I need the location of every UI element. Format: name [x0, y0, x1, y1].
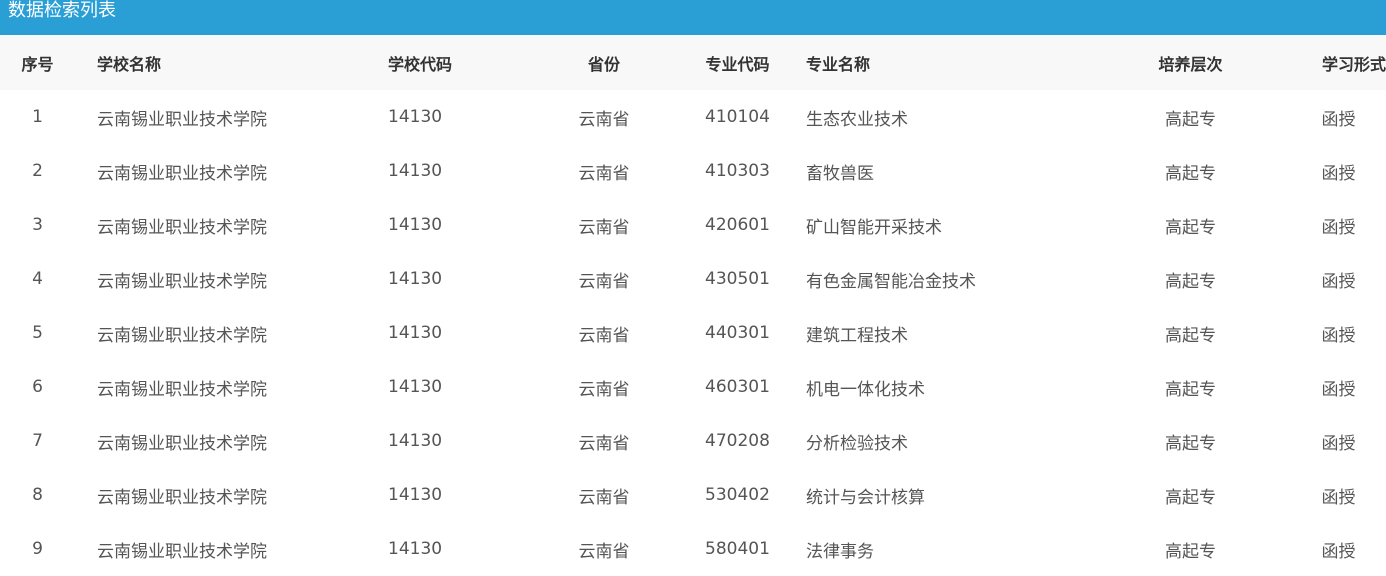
- cell-school-name: 云南锡业职业技术学院: [97, 217, 267, 238]
- cell-school-code: 14130: [388, 215, 443, 235]
- cell-study-mode: 函授: [1321, 271, 1356, 292]
- cell-level: 高起专: [1165, 487, 1216, 508]
- cell-level: 高起专: [1165, 163, 1216, 184]
- cell-major-code: 430501: [705, 269, 770, 289]
- cell-school-code: 14130: [388, 161, 443, 181]
- cell-school-name: 云南锡业职业技术学院: [97, 163, 267, 184]
- cell-school-name: 云南锡业职业技术学院: [97, 541, 267, 562]
- cell-study-mode: 函授: [1321, 217, 1356, 238]
- cell-school-name: 云南锡业职业技术学院: [97, 325, 267, 346]
- cell-level: 高起专: [1165, 433, 1216, 454]
- table-row: 7 云南锡业职业技术学院 14130 云南省 470208 分析检验技术 高起专 函授: [0, 414, 1386, 468]
- cell-index: 8: [32, 485, 43, 505]
- cell-school-name: 云南锡业职业技术学院: [97, 379, 267, 400]
- cell-province: 云南省: [578, 271, 630, 292]
- page-title: 数据检索列表: [0, 0, 1386, 35]
- cell-major-name: 法律事务: [806, 541, 874, 562]
- cell-level: 高起专: [1165, 379, 1216, 400]
- column-header-major-name: 专业名称: [806, 54, 871, 74]
- table-row: 1 云南锡业职业技术学院 14130 云南省 410104 生态农业技术 高起专 函授: [0, 90, 1386, 144]
- cell-level: 高起专: [1165, 541, 1216, 562]
- table-row: 8 云南锡业职业技术学院 14130 云南省 530402 统计与会计核算 高起专 函授: [0, 468, 1386, 522]
- cell-school-code: 14130: [388, 269, 443, 289]
- cell-level: 高起专: [1165, 109, 1216, 130]
- cell-school-code: 14130: [388, 431, 443, 451]
- cell-index: 7: [32, 431, 43, 451]
- cell-province: 云南省: [578, 325, 630, 346]
- cell-province: 云南省: [578, 487, 630, 508]
- column-header-major-code: 专业代码: [705, 54, 770, 74]
- table-row: 3 云南锡业职业技术学院 14130 云南省 420601 矿山智能开采技术 高起专 函授: [0, 198, 1386, 252]
- cell-major-name: 统计与会计核算: [806, 487, 925, 508]
- cell-major-name: 生态农业技术: [806, 109, 908, 130]
- cell-school-code: 14130: [388, 377, 443, 397]
- table-row: 6 云南锡业职业技术学院 14130 云南省 460301 机电一体化技术 高起专 函授: [0, 360, 1386, 414]
- column-header-study-mode: 学习形式: [1321, 54, 1386, 74]
- table-row: 5 云南锡业职业技术学院 14130 云南省 440301 建筑工程技术 高起专 函授: [0, 306, 1386, 360]
- cell-major-name: 矿山智能开采技术: [806, 217, 942, 238]
- cell-major-code: 410303: [705, 161, 770, 181]
- cell-province: 云南省: [578, 109, 630, 130]
- cell-level: 高起专: [1165, 217, 1216, 238]
- column-header-level: 培养层次: [1158, 54, 1223, 74]
- cell-major-code: 410104: [705, 107, 770, 127]
- cell-index: 1: [32, 107, 43, 127]
- cell-index: 3: [32, 215, 43, 235]
- cell-school-name: 云南锡业职业技术学院: [97, 109, 267, 130]
- cell-level: 高起专: [1165, 271, 1216, 292]
- cell-index: 6: [32, 377, 43, 397]
- cell-school-code: 14130: [388, 323, 443, 343]
- cell-study-mode: 函授: [1321, 109, 1356, 130]
- cell-major-name: 机电一体化技术: [806, 379, 925, 400]
- cell-province: 云南省: [578, 541, 630, 562]
- cell-major-name: 分析检验技术: [806, 433, 908, 454]
- cell-major-code: 470208: [705, 431, 770, 451]
- cell-study-mode: 函授: [1321, 433, 1356, 454]
- cell-major-code: 440301: [705, 323, 770, 343]
- cell-major-code: 530402: [705, 485, 770, 505]
- cell-study-mode: 函授: [1321, 487, 1356, 508]
- cell-major-name: 建筑工程技术: [806, 325, 908, 346]
- cell-province: 云南省: [578, 163, 630, 184]
- cell-study-mode: 函授: [1321, 541, 1356, 562]
- cell-province: 云南省: [578, 433, 630, 454]
- cell-province: 云南省: [578, 379, 630, 400]
- cell-study-mode: 函授: [1321, 163, 1356, 184]
- cell-index: 9: [32, 539, 43, 559]
- cell-school-code: 14130: [388, 539, 443, 559]
- column-header-school-name: 学校名称: [97, 54, 162, 74]
- cell-index: 4: [32, 269, 43, 289]
- cell-major-name: 畜牧兽医: [806, 163, 874, 184]
- cell-major-code: 460301: [705, 377, 770, 397]
- cell-school-code: 14130: [388, 485, 443, 505]
- table-header-row: 序号 学校名称 学校代码 省份 专业代码 专业名称 培养层次 学习形式: [0, 35, 1386, 90]
- cell-major-code: 420601: [705, 215, 770, 235]
- cell-school-code: 14130: [388, 107, 443, 127]
- column-header-school-code: 学校代码: [388, 54, 453, 74]
- column-header-province: 省份: [587, 54, 620, 74]
- results-table: 序号 学校名称 学校代码 省份 专业代码 专业名称 培养层次 学习形式 1 云南锡…: [0, 35, 1386, 576]
- cell-school-name: 云南锡业职业技术学院: [97, 271, 267, 292]
- cell-index: 5: [32, 323, 43, 343]
- cell-study-mode: 函授: [1321, 379, 1356, 400]
- cell-school-name: 云南锡业职业技术学院: [97, 487, 267, 508]
- cell-school-name: 云南锡业职业技术学院: [97, 433, 267, 454]
- cell-level: 高起专: [1165, 325, 1216, 346]
- cell-major-name: 有色金属智能冶金技术: [806, 271, 976, 292]
- cell-study-mode: 函授: [1321, 325, 1356, 346]
- column-header-index: 序号: [21, 54, 54, 74]
- cell-major-code: 580401: [705, 539, 770, 559]
- table-row: 2 云南锡业职业技术学院 14130 云南省 410303 畜牧兽医 高起专 函授: [0, 144, 1386, 198]
- table-row: 4 云南锡业职业技术学院 14130 云南省 430501 有色金属智能冶金技术 高起专 函授: [0, 252, 1386, 306]
- cell-province: 云南省: [578, 217, 630, 238]
- cell-index: 2: [32, 161, 43, 181]
- table-row: 9 云南锡业职业技术学院 14130 云南省 580401 法律事务 高起专 函授: [0, 522, 1386, 576]
